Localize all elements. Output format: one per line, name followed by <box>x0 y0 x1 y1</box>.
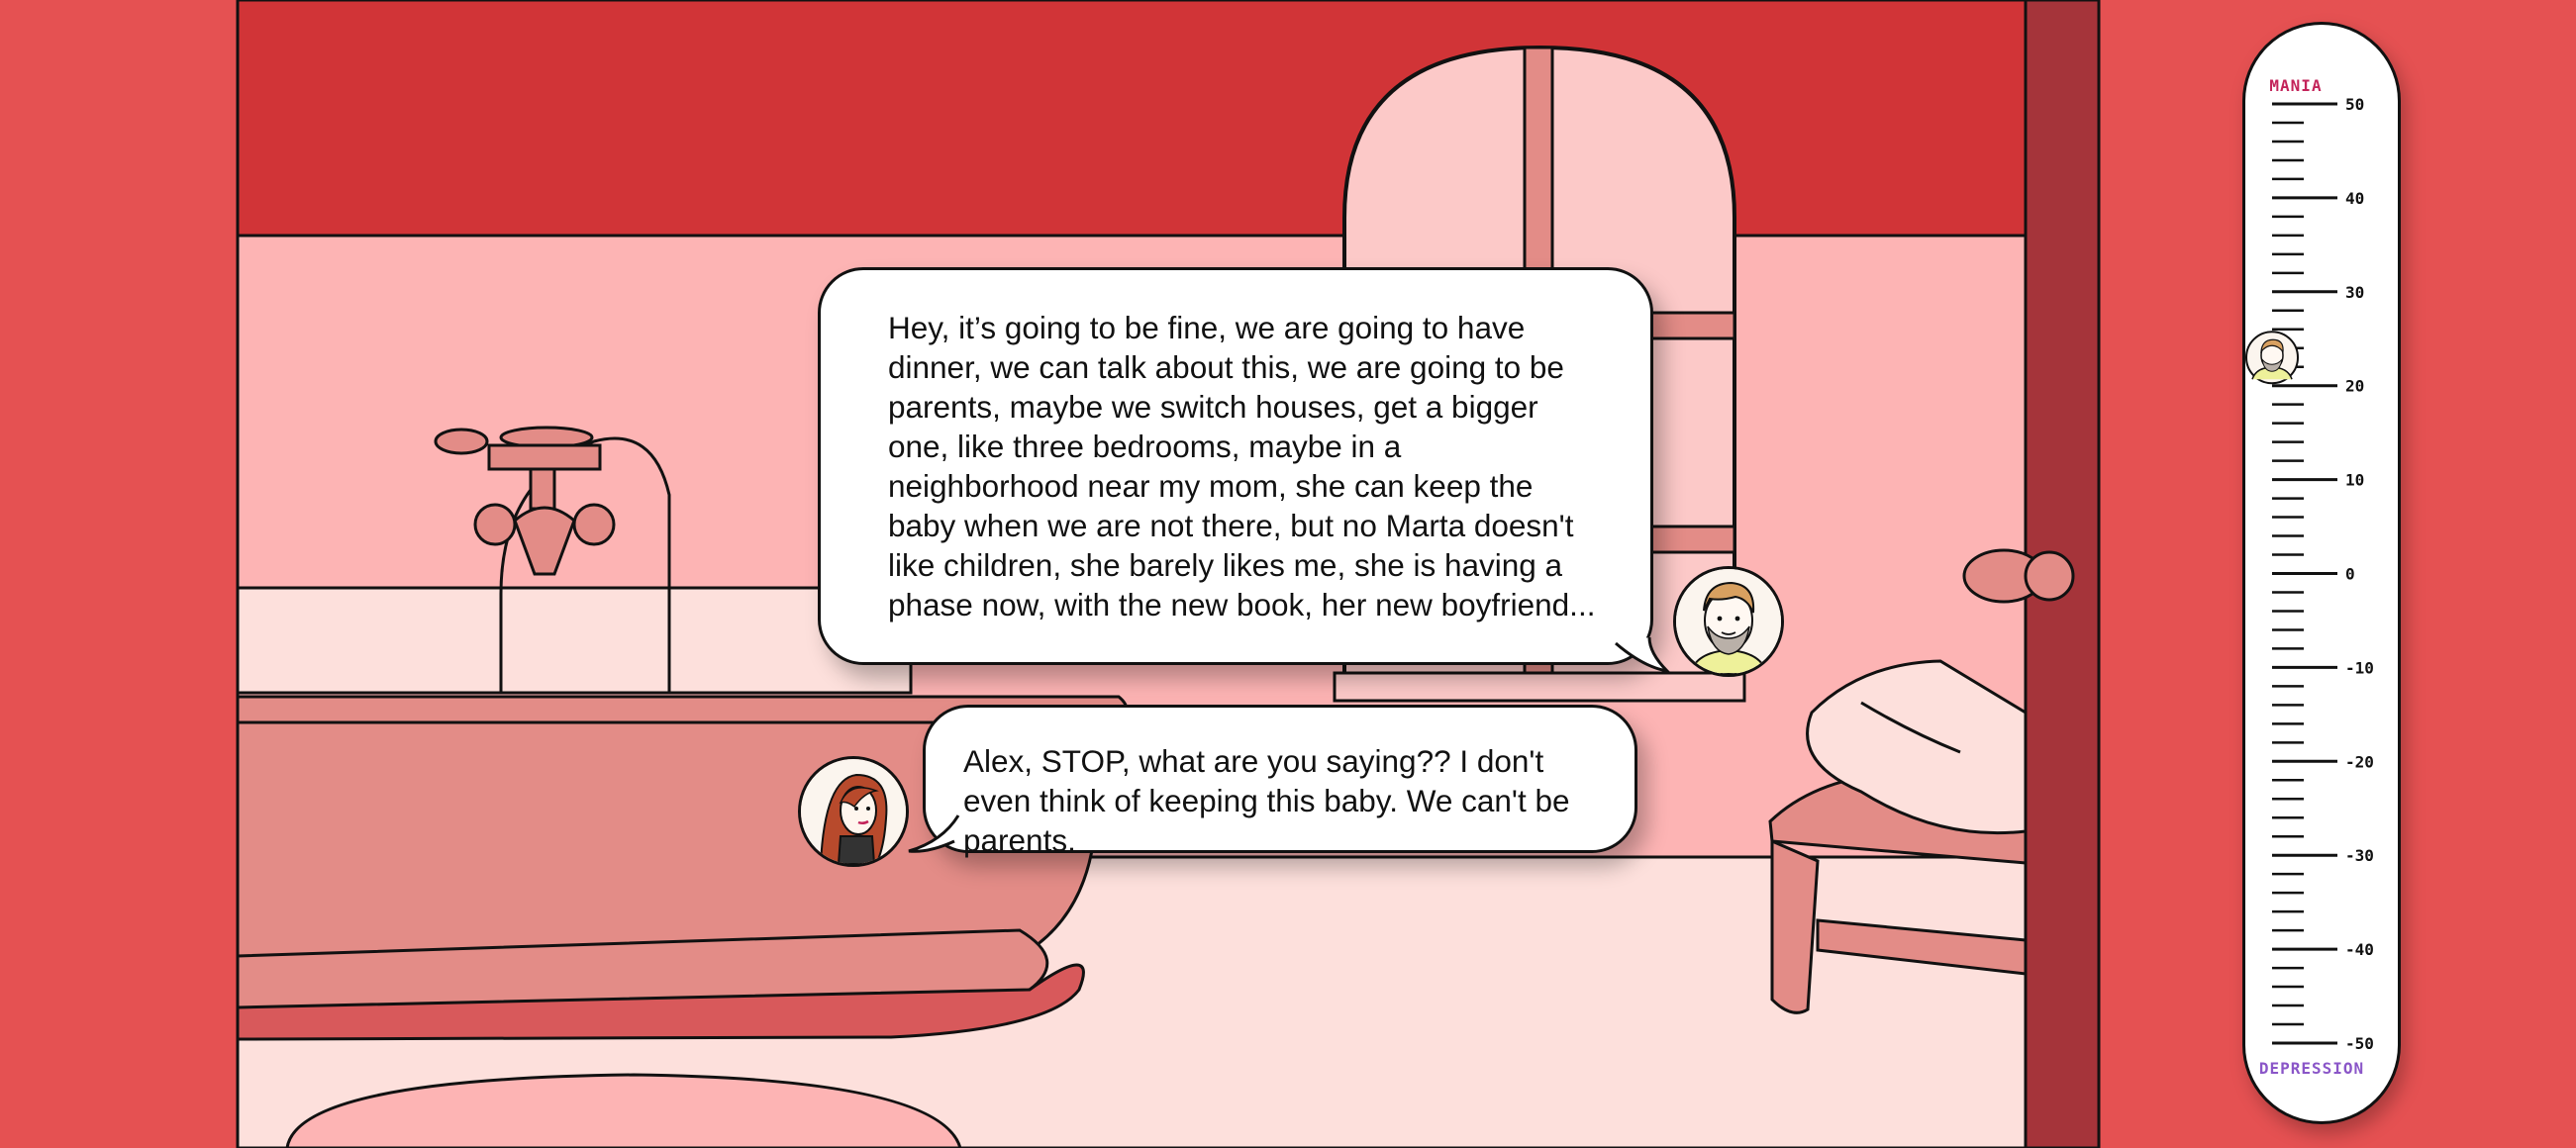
mood-meter-scale: 50 40 30 20 10 0 -10 -20 -30 -40 -50 <box>2245 95 2374 1053</box>
tick-label: 40 <box>2345 189 2364 208</box>
tick-label: 10 <box>2345 471 2364 490</box>
tick-label: 50 <box>2345 95 2364 114</box>
game-scene: Hey, it’s going to be fine, we are going… <box>0 0 2576 1148</box>
tick-label: -40 <box>2345 940 2374 959</box>
tick-label: 20 <box>2345 377 2364 396</box>
mood-meter: MANIA DEPRESSION 50 40 30 20 10 0 -10 -20 -30 -40… <box>2242 22 2401 1124</box>
bearded-man-icon <box>1676 569 1781 674</box>
tick-label: -20 <box>2345 752 2374 771</box>
bearded-man-avatar <box>1673 566 1784 677</box>
red-haired-woman-avatar <box>798 756 909 867</box>
marta-dialogue-text: Alex, STOP, what are you saying?? I don'… <box>963 743 1570 858</box>
red-haired-woman-icon <box>801 759 906 864</box>
tick-label: -30 <box>2345 846 2374 865</box>
tick-label: 0 <box>2345 565 2355 584</box>
mood-marker <box>2245 331 2299 385</box>
alex-dialogue-text: Hey, it’s going to be fine, we are going… <box>888 310 1596 622</box>
alex-bubble-tail <box>1615 636 1672 674</box>
marta-speech-bubble[interactable]: Alex, STOP, what are you saying?? I don'… <box>923 705 1637 858</box>
alex-speech-bubble[interactable]: Hey, it’s going to be fine, we are going… <box>818 267 1653 665</box>
wall-tiles <box>236 586 913 695</box>
tick-label: 30 <box>2345 283 2364 302</box>
ceiling <box>236 0 2031 238</box>
tick-label: -10 <box>2345 658 2374 677</box>
tick-label: -50 <box>2345 1034 2374 1053</box>
marta-bubble-tail <box>908 814 960 853</box>
